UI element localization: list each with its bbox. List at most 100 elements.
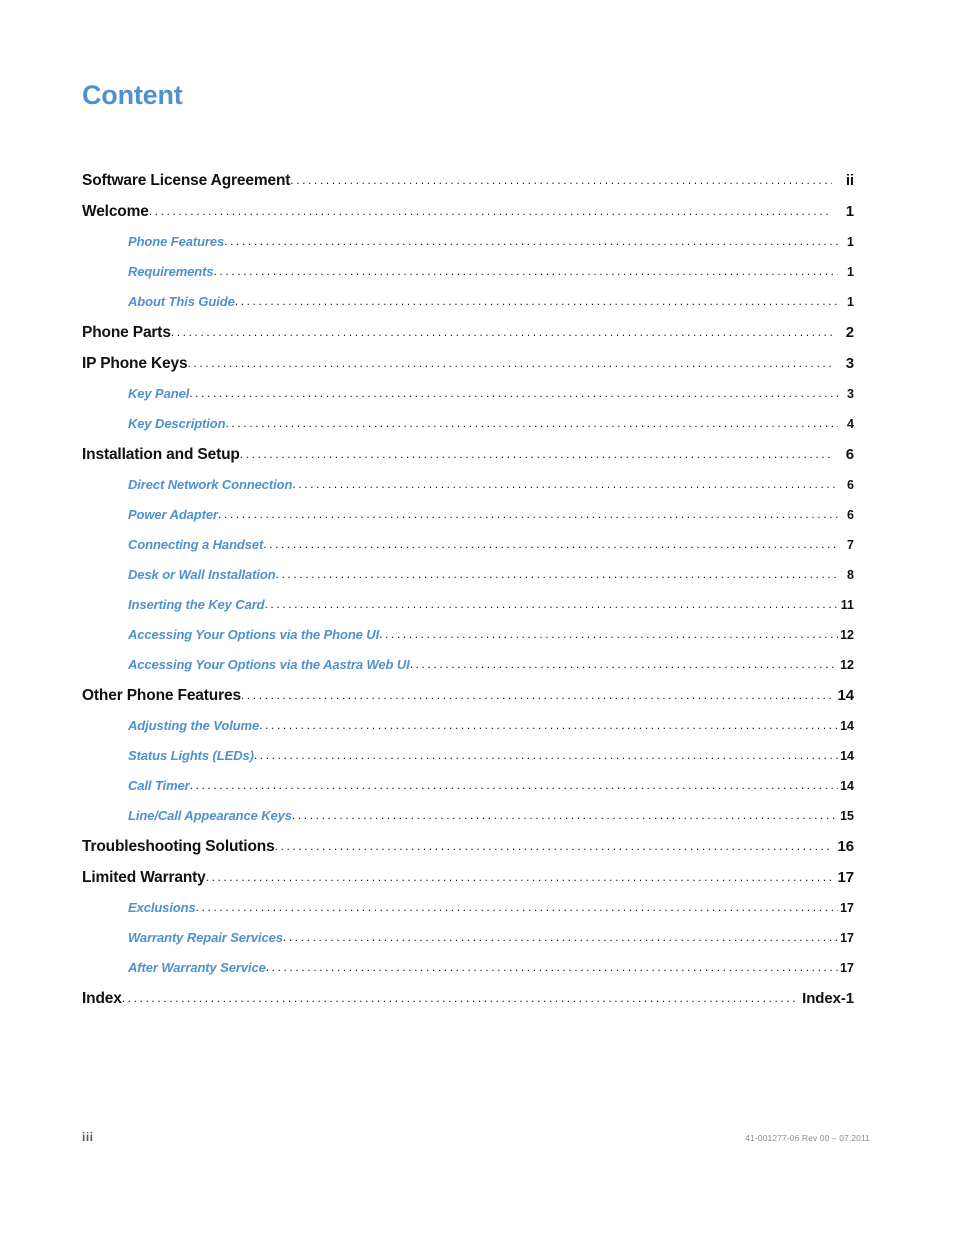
toc-entry-level1[interactable]: Welcome ................................… xyxy=(82,203,854,234)
toc-dot-leader: ........................................… xyxy=(292,478,838,490)
toc-entry-level1[interactable]: Phone Parts ............................… xyxy=(82,324,854,355)
toc-entry-label: Welcome xyxy=(82,203,149,220)
toc-entry-label: Index xyxy=(82,990,122,1007)
toc-entry-level2[interactable]: Desk or Wall Installation ..............… xyxy=(82,567,854,597)
toc-entry-level2[interactable]: Connecting a Handset ...................… xyxy=(82,537,854,567)
toc-entry-level2[interactable]: Line/Call Appearance Keys ..............… xyxy=(82,808,854,838)
toc-entry-page-number: 4 xyxy=(847,417,854,431)
page-title: Content xyxy=(82,80,183,110)
table-of-contents: Software License Agreement .............… xyxy=(82,172,854,1021)
toc-entry-level2[interactable]: Status Lights (LEDs) ...................… xyxy=(82,748,854,778)
toc-entry-label: Warranty Repair Services xyxy=(128,930,283,945)
toc-entry-page-number: 16 xyxy=(837,838,855,855)
toc-entry-level2[interactable]: Accessing Your Options via the Phone UI … xyxy=(82,627,854,657)
toc-entry-level2[interactable]: Adjusting the Volume ...................… xyxy=(82,718,854,748)
toc-dot-leader: ........................................… xyxy=(213,265,839,277)
toc-dot-leader: ........................................… xyxy=(121,992,796,1004)
toc-dot-leader: ........................................… xyxy=(234,295,838,307)
toc-dot-leader: ........................................… xyxy=(253,749,838,761)
toc-dot-leader: ........................................… xyxy=(195,901,838,913)
toc-entry-label: Phone Features xyxy=(128,234,225,249)
toc-entry-level2[interactable]: About This Guide .......................… xyxy=(82,294,854,324)
toc-entry-page-number: 17 xyxy=(840,961,854,975)
toc-entry-label: After Warranty Service xyxy=(128,960,266,975)
toc-entry-level2[interactable]: Requirements ...........................… xyxy=(82,264,854,294)
toc-dot-leader: ........................................… xyxy=(282,931,838,943)
toc-dot-leader: ........................................… xyxy=(265,961,838,973)
toc-entry-level2[interactable]: Power Adapter ..........................… xyxy=(82,507,854,537)
toc-entry-level2[interactable]: Direct Network Connection ..............… xyxy=(82,477,854,507)
toc-entry-level1[interactable]: Index ..................................… xyxy=(82,990,854,1021)
toc-entry-level2[interactable]: Key Panel ..............................… xyxy=(82,386,854,416)
toc-entry-level1[interactable]: IP Phone Keys ..........................… xyxy=(82,355,854,386)
toc-dot-leader: ........................................… xyxy=(189,779,838,791)
toc-entry-label: Accessing Your Options via the Phone UI xyxy=(128,627,380,642)
toc-entry-label: Troubleshooting Solutions xyxy=(82,838,275,855)
toc-entry-page-number: 1 xyxy=(847,295,854,309)
toc-entry-label: Direct Network Connection xyxy=(128,477,293,492)
toc-dot-leader: ........................................… xyxy=(409,658,838,670)
toc-entry-level1[interactable]: Software License Agreement .............… xyxy=(82,172,854,203)
toc-entry-label: Key Description xyxy=(128,416,226,431)
toc-entry-level1[interactable]: Installation and Setup .................… xyxy=(82,446,854,477)
toc-entry-level1[interactable]: Troubleshooting Solutions ..............… xyxy=(82,838,854,869)
toc-entry-label: About This Guide xyxy=(128,294,235,309)
toc-entry-level2[interactable]: Exclusions .............................… xyxy=(82,900,854,930)
toc-entry-label: Exclusions xyxy=(128,900,196,915)
toc-entry-page-number: 1 xyxy=(845,203,854,220)
footer-document-code: 41-001277-06 Rev 00 – 07.2011 xyxy=(745,1133,870,1143)
toc-entry-level2[interactable]: After Warranty Service .................… xyxy=(82,960,854,990)
toc-entry-label: Key Panel xyxy=(128,386,190,401)
toc-entry-label: Requirements xyxy=(128,264,214,279)
toc-entry-level2[interactable]: Phone Features .........................… xyxy=(82,234,854,264)
toc-dot-leader: ........................................… xyxy=(205,871,832,883)
toc-entry-page-number: 1 xyxy=(847,265,854,279)
toc-entry-page-number: 3 xyxy=(847,387,854,401)
toc-entry-page-number: 7 xyxy=(847,538,854,552)
toc-dot-leader: ........................................… xyxy=(290,174,832,186)
document-page: Content Software License Agreement .....… xyxy=(0,0,954,1235)
toc-dot-leader: ........................................… xyxy=(224,235,838,247)
toc-entry-level2[interactable]: Accessing Your Options via the Aastra We… xyxy=(82,657,854,687)
toc-dot-leader: ........................................… xyxy=(239,448,832,460)
toc-entry-page-number: Index-1 xyxy=(802,990,854,1007)
toc-dot-leader: ........................................… xyxy=(264,598,839,610)
toc-entry-level2[interactable]: Warranty Repair Services ...............… xyxy=(82,930,854,960)
toc-entry-page-number: 11 xyxy=(840,598,854,612)
toc-entry-page-number: 15 xyxy=(840,809,854,823)
toc-entry-label: Phone Parts xyxy=(82,324,171,341)
toc-entry-page-number: 12 xyxy=(840,628,854,642)
toc-dot-leader: ........................................… xyxy=(217,508,838,520)
toc-dot-leader: ........................................… xyxy=(170,326,832,338)
toc-dot-leader: ........................................… xyxy=(187,357,832,369)
toc-entry-page-number: 3 xyxy=(845,355,854,372)
toc-entry-page-number: ii xyxy=(845,172,854,189)
toc-entry-page-number: 17 xyxy=(840,901,854,915)
toc-dot-leader: ........................................… xyxy=(263,538,838,550)
toc-entry-page-number: 6 xyxy=(847,478,854,492)
toc-entry-page-number: 2 xyxy=(845,324,854,341)
toc-entry-level1[interactable]: Other Phone Features ...................… xyxy=(82,687,854,718)
toc-dot-leader: ........................................… xyxy=(240,689,832,701)
toc-entry-page-number: 14 xyxy=(837,687,855,704)
toc-entry-page-number: 12 xyxy=(840,658,854,672)
toc-dot-leader: ........................................… xyxy=(148,205,832,217)
toc-entry-level1[interactable]: Limited Warranty .......................… xyxy=(82,869,854,900)
toc-entry-page-number: 6 xyxy=(845,446,854,463)
page-footer: iii 41-001277-06 Rev 00 – 07.2011 xyxy=(82,1130,870,1144)
toc-entry-page-number: 14 xyxy=(840,719,854,733)
toc-entry-label: Connecting a Handset xyxy=(128,537,264,552)
toc-entry-label: IP Phone Keys xyxy=(82,355,188,372)
toc-entry-page-number: 17 xyxy=(837,869,855,886)
toc-entry-page-number: 6 xyxy=(847,508,854,522)
toc-entry-level2[interactable]: Inserting the Key Card .................… xyxy=(82,597,854,627)
toc-entry-label: Software License Agreement xyxy=(82,172,291,189)
toc-entry-level2[interactable]: Call Timer .............................… xyxy=(82,778,854,808)
toc-dot-leader: ........................................… xyxy=(379,628,838,640)
toc-entry-page-number: 14 xyxy=(840,749,854,763)
toc-entry-level2[interactable]: Key Description ........................… xyxy=(82,416,854,446)
toc-entry-label: Status Lights (LEDs) xyxy=(128,748,254,763)
toc-dot-leader: ........................................… xyxy=(291,809,838,821)
toc-entry-label: Limited Warranty xyxy=(82,869,206,886)
toc-entry-page-number: 1 xyxy=(847,235,854,249)
